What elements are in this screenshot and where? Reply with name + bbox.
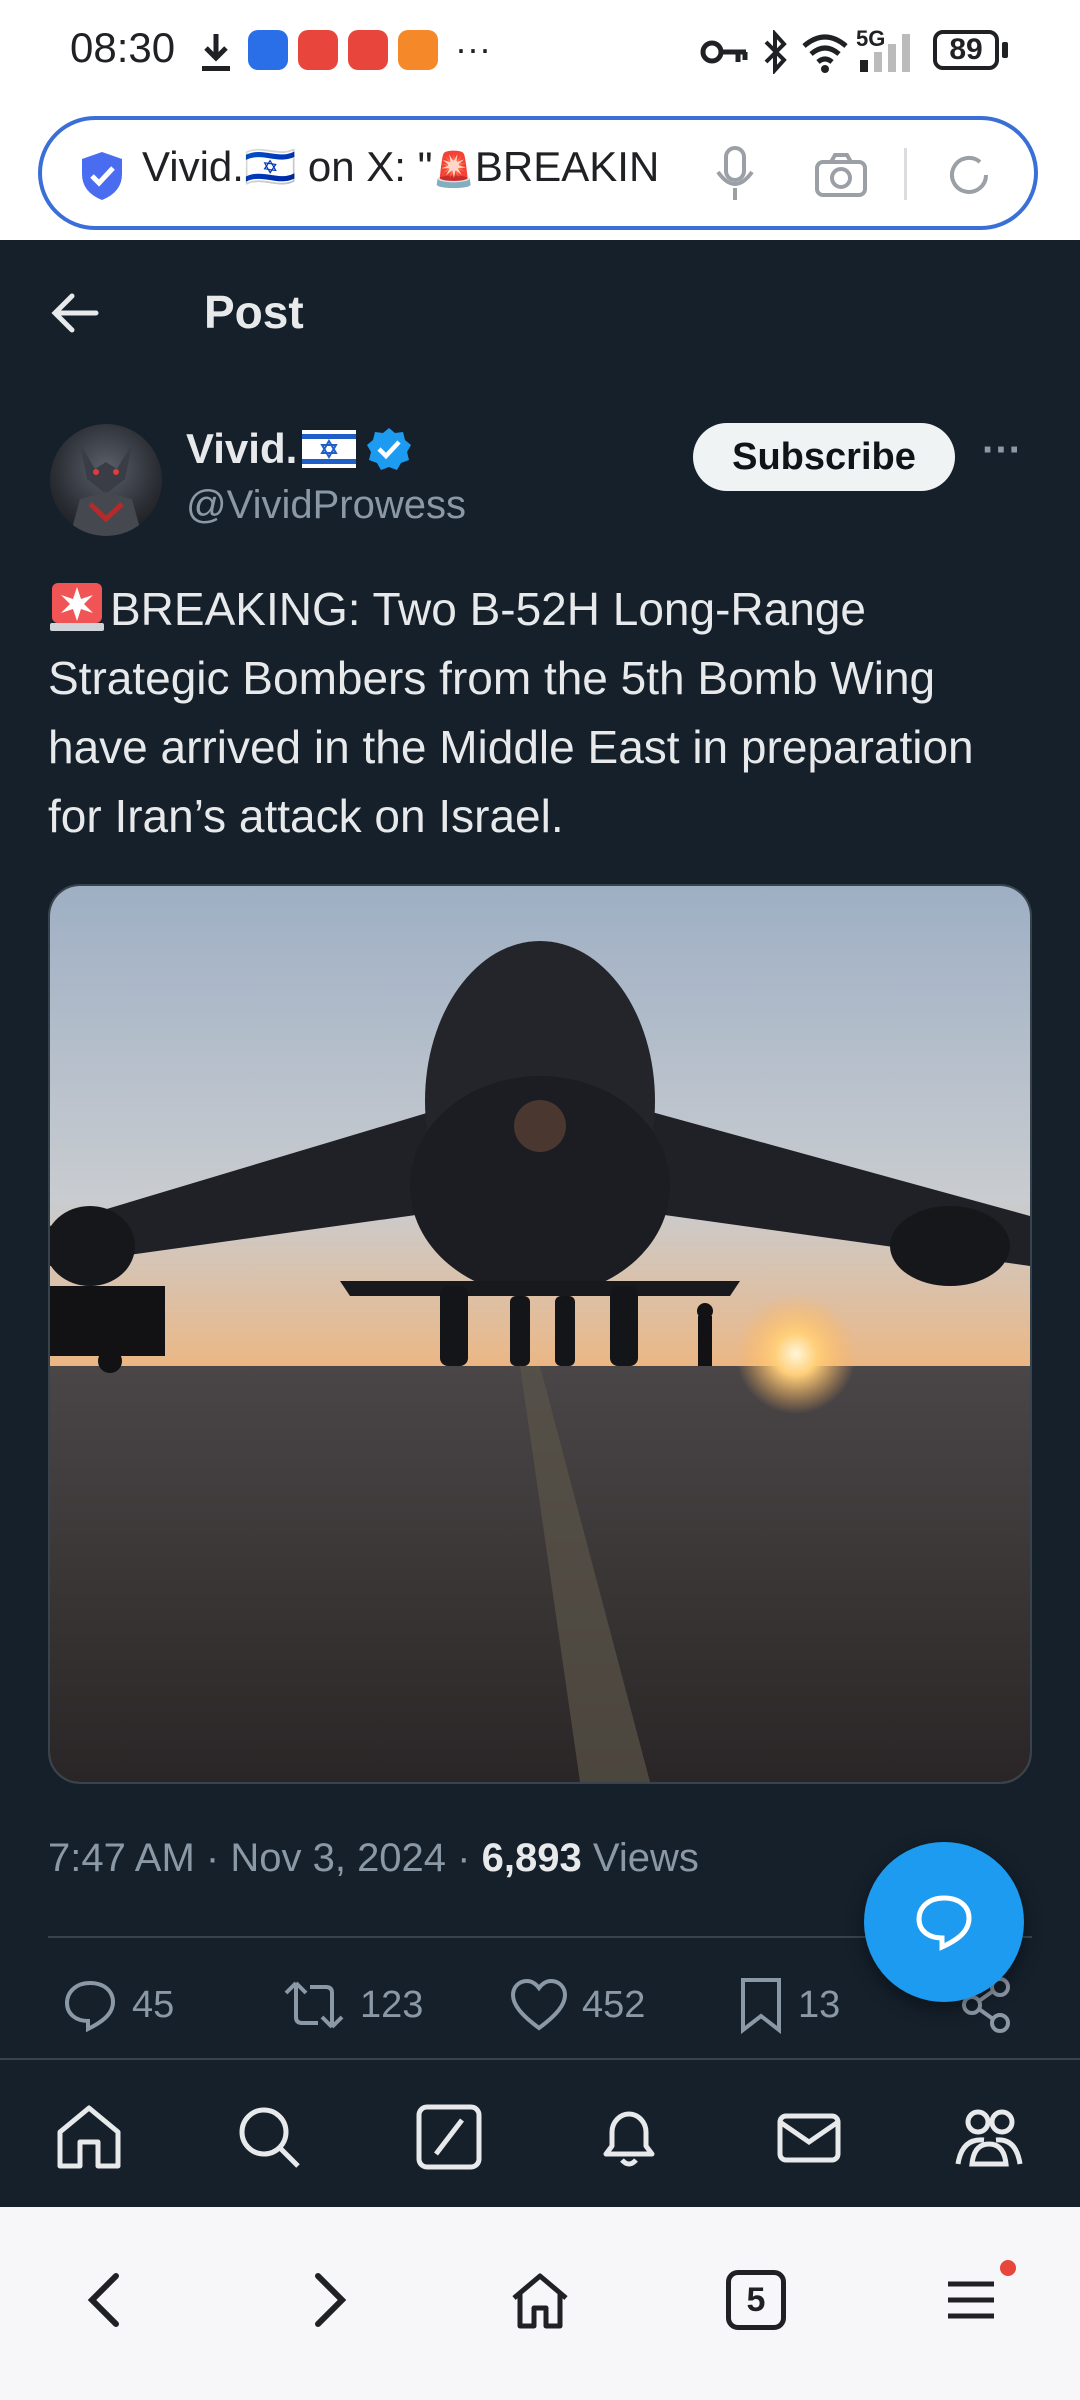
url-text[interactable]: Vivid.🇮🇱 on X: "🚨BREAKIN	[142, 143, 672, 192]
tweet-time[interactable]: 7:47 AM	[48, 1836, 195, 1880]
browser-back-icon[interactable]	[74, 2268, 138, 2332]
play-notification-icon	[398, 30, 438, 70]
communities-icon[interactable]	[954, 2102, 1024, 2172]
more-notifications-icon: ···	[455, 28, 491, 69]
separator: ·	[457, 1836, 471, 1880]
repost-count: 123	[360, 1983, 424, 2026]
browser-home-icon[interactable]	[508, 2268, 572, 2332]
bookmark-button[interactable]: 13	[738, 1975, 840, 2035]
app-notification-icon	[348, 30, 388, 70]
subscribe-button[interactable]: Subscribe	[693, 423, 955, 491]
more-options-icon[interactable]: ···	[982, 428, 1022, 473]
tweet-image[interactable]	[48, 884, 1032, 1784]
tweet-text: BREAKING: Two B-52H Long-Range Strategic…	[48, 575, 1028, 851]
reply-button[interactable]: 45	[62, 1975, 174, 2035]
signal-icon	[860, 34, 910, 72]
browser-forward-icon[interactable]	[296, 2268, 360, 2332]
menu-icon[interactable]	[942, 2268, 1006, 2332]
search-icon[interactable]	[234, 2102, 304, 2172]
bookmark-icon	[741, 1978, 781, 2034]
like-button[interactable]: 452	[510, 1975, 645, 2035]
grok-icon[interactable]	[414, 2102, 484, 2172]
views-count: 6,893	[481, 1836, 582, 1880]
heart-icon	[510, 1978, 568, 2031]
toolbar-separator	[904, 148, 907, 200]
reply-icon	[64, 1980, 116, 2033]
battery-tip	[1002, 42, 1008, 58]
verified-badge-icon	[367, 428, 411, 470]
nav-divider	[0, 2058, 1080, 2060]
bookmark-count: 13	[798, 1983, 841, 2026]
camera-icon[interactable]	[814, 152, 868, 198]
home-icon[interactable]	[54, 2102, 124, 2172]
app-notification-icon	[248, 30, 288, 70]
back-arrow-icon[interactable]	[50, 290, 100, 336]
siren-emoji-icon: 🚨	[432, 151, 475, 189]
author-name[interactable]: Vivid.	[186, 425, 297, 473]
israel-flag-icon	[302, 430, 356, 468]
tabs-button[interactable]: 5	[726, 2270, 786, 2330]
compose-reply-icon	[916, 1895, 972, 1951]
separator: ·	[205, 1836, 220, 1880]
notifications-icon[interactable]	[594, 2102, 664, 2172]
status-time: 08:30	[70, 24, 176, 71]
reply-fab-button[interactable]	[864, 1842, 1024, 2002]
repost-icon	[284, 1981, 344, 2029]
tweet-meta: 7:47 AM · Nov 3, 2024 · 6,893 Views	[48, 1836, 699, 1881]
key-icon	[700, 40, 748, 64]
repost-button[interactable]: 123	[282, 1975, 423, 2035]
shield-icon[interactable]	[78, 150, 126, 202]
tweet-date[interactable]: Nov 3, 2024	[230, 1836, 446, 1880]
app-notification-icon	[298, 30, 338, 70]
reload-icon[interactable]	[944, 150, 994, 200]
author-handle[interactable]: @VividProwess	[186, 483, 466, 528]
messages-icon[interactable]	[774, 2102, 844, 2172]
bomber-sunset-image	[50, 886, 1030, 1782]
wifi-icon	[802, 34, 848, 73]
bluetooth-icon	[764, 30, 787, 74]
menu-notification-dot	[1000, 2260, 1016, 2276]
reply-count: 45	[132, 1983, 175, 2026]
views-label: Views	[592, 1836, 699, 1880]
avatar[interactable]	[50, 424, 162, 536]
download-icon	[202, 34, 230, 71]
page-title: Post	[204, 286, 304, 338]
battery-level: 89	[933, 30, 999, 70]
avatar-wolf-knight-icon	[70, 444, 142, 536]
tweet-body: BREAKING: Two B-52H Long-Range Strategic…	[48, 583, 974, 842]
like-count: 452	[582, 1983, 646, 2026]
siren-emoji-icon	[48, 577, 106, 633]
mic-icon[interactable]	[714, 146, 756, 202]
